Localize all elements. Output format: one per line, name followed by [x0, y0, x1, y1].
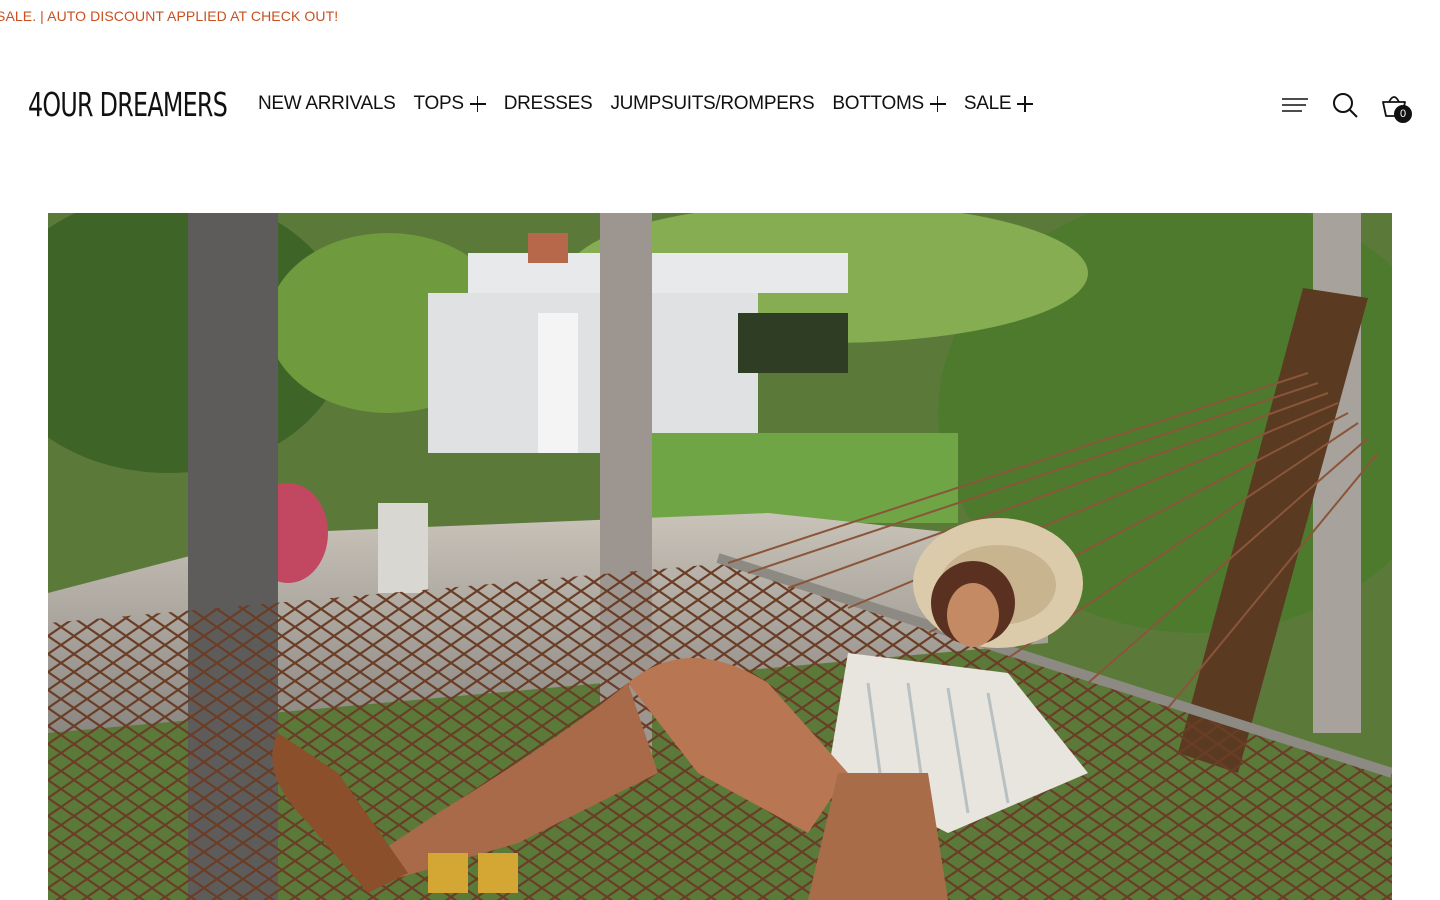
announcement-text: SALE. | AUTO DISCOUNT APPLIED AT CHECK O…: [0, 8, 339, 24]
nav-item-sale[interactable]: SALE: [963, 93, 1034, 115]
nav-item-label: SALE: [963, 93, 1012, 114]
nav-item-label: BOTTOMS: [832, 93, 924, 114]
nav-item-label: NEW ARRIVALS: [258, 93, 396, 114]
header-actions: 0: [1280, 90, 1440, 130]
plus-icon: [929, 96, 946, 112]
nav-item-label: DRESSES: [503, 93, 593, 114]
nav-item-label: TOPS: [413, 93, 464, 114]
nav-item-bottoms[interactable]: BOTTOMS: [832, 93, 946, 115]
cart-count-badge: 0: [1394, 105, 1412, 123]
woman-in-hammock-photo: [48, 213, 1392, 900]
nav-item-label: JUMPSUITS/ROMPERS: [610, 93, 815, 114]
plus-icon: [1017, 96, 1034, 112]
site-logo[interactable]: 4OUR DREAMERS: [28, 87, 228, 123]
hero-image[interactable]: [48, 213, 1392, 900]
main-nav: NEW ARRIVALS TOPS DRESSES JUMPSUITS/ROMP…: [258, 93, 1051, 115]
nav-item-jumpsuits-rompers[interactable]: JUMPSUITS/ROMPERS: [610, 93, 814, 115]
search-icon[interactable]: [1330, 90, 1362, 122]
site-header: 4OUR DREAMERS NEW ARRIVALS TOPS DRESSES …: [0, 60, 1440, 150]
nav-item-new-arrivals[interactable]: NEW ARRIVALS: [258, 93, 396, 115]
nav-item-tops[interactable]: TOPS: [414, 93, 486, 115]
plus-icon: [469, 96, 486, 112]
announcement-bar: SALE. | AUTO DISCOUNT APPLIED AT CHECK O…: [0, 0, 1440, 34]
menu-icon[interactable]: [1280, 90, 1312, 122]
nav-item-dresses[interactable]: DRESSES: [504, 93, 593, 115]
